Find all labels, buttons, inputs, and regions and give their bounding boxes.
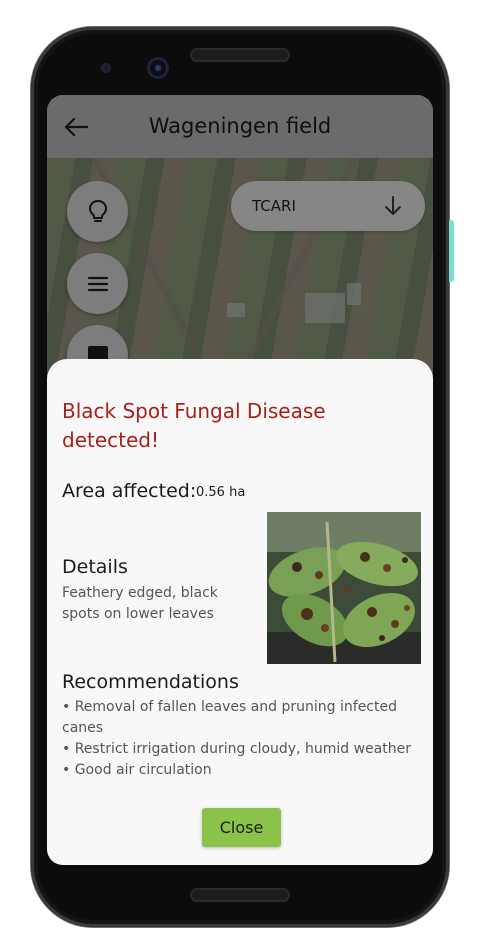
disease-bottom-sheet: Black Spot Fungal Disease detected! Area… <box>47 359 433 865</box>
insights-button[interactable] <box>67 181 128 242</box>
recommendation-item: • Restrict irrigation during cloudy, hum… <box>62 741 411 757</box>
recommendation-item: • Good air circulation <box>62 762 212 778</box>
map-building <box>227 303 245 317</box>
close-button[interactable]: Close <box>202 808 281 847</box>
map-building <box>305 293 345 323</box>
recommendation-item: • Removal of fallen leaves and pruning i… <box>62 699 397 736</box>
disease-alert: Black Spot Fungal Disease detected! <box>62 399 326 452</box>
recommendations-list: • Removal of fallen leaves and pruning i… <box>62 697 424 781</box>
recommendations-heading: Recommendations <box>62 671 239 693</box>
details-heading: Details <box>62 556 128 578</box>
page-title: Wageningen field <box>148 114 332 138</box>
leaf-photo <box>267 512 421 664</box>
app-bar: Wageningen field <box>47 95 433 158</box>
app-screen: Wageningen field TCARI Black Spot Fungal… <box>47 95 433 865</box>
menu-button[interactable] <box>67 253 128 314</box>
area-affected-value: 0.56 ha <box>196 485 246 500</box>
front-camera <box>147 57 169 79</box>
arrow-down-icon <box>385 196 401 215</box>
index-dropdown-label: TCARI <box>252 197 296 215</box>
bottom-speaker <box>190 888 290 902</box>
power-button <box>449 220 454 282</box>
lightbulb-icon <box>88 199 107 222</box>
area-affected-label: Area affected: <box>62 480 197 502</box>
front-sensor <box>101 63 111 73</box>
menu-icon <box>87 276 108 291</box>
map-building <box>347 283 361 305</box>
index-dropdown[interactable]: TCARI <box>231 181 425 231</box>
earpiece-speaker <box>190 48 290 62</box>
details-text: Feathery edged, black spots on lower lea… <box>62 585 218 622</box>
